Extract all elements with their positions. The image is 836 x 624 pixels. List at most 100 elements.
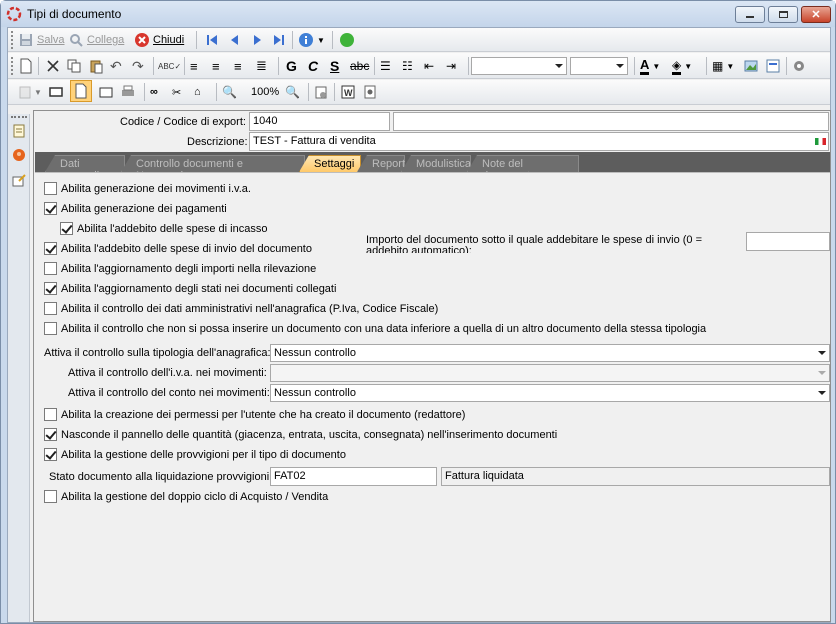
align-right-button[interactable]: ≡ [234, 56, 242, 76]
toolbar-grip[interactable] [11, 31, 14, 49]
stato-code-input[interactable]: FAT02 [270, 467, 437, 486]
close-window-button[interactable]: ✕ [801, 6, 831, 23]
first-record-button[interactable] [204, 30, 220, 50]
checkbox-permissions[interactable]: Abilita la creazione dei permessi per l'… [44, 408, 465, 421]
find-button[interactable]: ∞ [150, 82, 158, 102]
italian-flag-icon[interactable] [815, 138, 826, 145]
checkbox-box[interactable] [44, 428, 57, 441]
strikethrough-button[interactable]: abc [350, 56, 369, 76]
highlight-color-button[interactable]: ◈ ▼ [672, 56, 692, 76]
zoom-in-button[interactable]: 🔍 [222, 82, 237, 102]
checkbox-commissions[interactable]: Abilita la gestione delle provvigioni pe… [44, 448, 346, 461]
minimize-button[interactable] [735, 6, 765, 23]
tab-settaggi[interactable]: Settaggi [299, 155, 361, 172]
new-doc-button[interactable] [18, 56, 34, 76]
edit-disabled-button[interactable]: ▼ [18, 82, 42, 102]
link-button[interactable]: Collega [68, 30, 124, 50]
checkbox-collection-fees[interactable]: Abilita l'addebito delle spese di incass… [60, 222, 267, 235]
align-center-button[interactable]: ≡ [212, 56, 220, 76]
importo-input[interactable] [746, 232, 830, 251]
paste-button[interactable] [88, 56, 104, 76]
font-color-button[interactable]: A ▼ [640, 56, 660, 76]
close-doc-button[interactable]: Chiudi [134, 30, 184, 50]
green-status-button[interactable] [339, 30, 355, 50]
page-view-button[interactable] [70, 80, 92, 102]
font-name-select[interactable] [471, 57, 567, 75]
paste-special-button[interactable] [313, 82, 329, 102]
checkbox-box[interactable] [44, 182, 57, 195]
undo-button[interactable]: ↶ [110, 56, 122, 76]
anagrafica-check-select[interactable]: Nessun controllo [270, 344, 830, 362]
bullet-list-button[interactable]: ☰ [380, 56, 391, 76]
font-size-select[interactable] [570, 57, 628, 75]
attach-button[interactable] [362, 82, 378, 102]
checkbox-double-cycle[interactable]: Abilita la gestione del doppio ciclo di … [44, 490, 328, 503]
checkbox-iva-movements[interactable]: Abilita generazione dei movimenti i.v.a. [44, 182, 251, 195]
checkbox-date-check[interactable]: Abilita il controllo che non si possa in… [44, 322, 706, 335]
numbered-list-button[interactable]: ☷ [402, 56, 413, 76]
maximize-button[interactable] [768, 6, 798, 23]
iva-check-select[interactable] [270, 364, 830, 382]
tab-report[interactable]: Report [357, 155, 405, 172]
toolbar-grip[interactable] [11, 116, 27, 119]
last-record-button[interactable] [271, 30, 287, 50]
tools-button[interactable] [791, 56, 807, 76]
word-export-button[interactable]: W [340, 82, 356, 102]
checkbox-hide-quantities[interactable]: Nasconde il pannello delle quantità (gia… [44, 428, 557, 441]
export-code-input[interactable] [393, 112, 829, 131]
indent-button[interactable]: ⇥ [446, 56, 456, 76]
align-left-button[interactable]: ≡ [190, 56, 198, 76]
tab-controllo-documenti[interactable]: Controllo documenti e Numerazione [121, 155, 305, 172]
view-normal-button[interactable] [48, 82, 64, 102]
checkbox-payments[interactable]: Abilita generazione dei pagamenti [44, 202, 227, 215]
checkbox-box[interactable] [44, 490, 57, 503]
prev-record-button[interactable] [227, 30, 243, 50]
next-record-button[interactable] [249, 30, 265, 50]
notes-icon[interactable] [11, 123, 27, 139]
checkbox-admin-data-check[interactable]: Abilita il controllo dei dati amministra… [44, 302, 438, 315]
view-web-button[interactable] [98, 82, 114, 102]
checkbox-box[interactable] [44, 302, 57, 315]
checkbox-box[interactable] [44, 448, 57, 461]
checkbox-box[interactable] [44, 408, 57, 421]
replace-button[interactable]: ✂ [172, 82, 181, 102]
save-button[interactable]: Salva [18, 30, 65, 50]
save-icon [20, 34, 32, 46]
goto-button[interactable]: ⌂ [194, 82, 201, 102]
bold-button[interactable]: G [286, 56, 297, 76]
checkbox-box[interactable] [44, 242, 57, 255]
copy-button[interactable] [66, 56, 82, 76]
outdent-button[interactable]: ⇤ [424, 56, 434, 76]
conto-check-select[interactable]: Nessun controllo [270, 384, 830, 402]
insert-object-button[interactable] [765, 56, 781, 76]
checkbox-box[interactable] [60, 222, 73, 235]
cut-button[interactable] [45, 56, 61, 76]
orange-circle-icon[interactable] [11, 147, 27, 163]
edit-note-icon[interactable] [11, 172, 27, 188]
zoom-out-button[interactable]: 🔍 [285, 82, 300, 102]
redo-button[interactable]: ↷ [132, 56, 144, 76]
checkbox-box[interactable] [44, 282, 57, 295]
checkbox-sending-fees[interactable]: Abilita l'addebito delle spese di invio … [44, 242, 312, 255]
tab-note-documento[interactable]: Note del documento [467, 155, 579, 172]
underline-button[interactable]: S [330, 56, 339, 76]
frame-icon [49, 87, 63, 97]
info-dropdown-button[interactable]: ▼ [298, 30, 325, 50]
toolbar-grip[interactable] [11, 57, 14, 75]
spellcheck-button[interactable]: ABC✓ [158, 56, 181, 76]
descrizione-input[interactable]: TEST - Fattura di vendita [249, 132, 829, 151]
checkbox-update-amounts[interactable]: Abilita l'aggiornamento degli importi ne… [44, 262, 316, 275]
checkbox-box[interactable] [44, 202, 57, 215]
tab-modulistica[interactable]: Modulistica [401, 155, 471, 172]
italic-button[interactable]: C [308, 56, 318, 76]
print-button[interactable] [120, 82, 136, 102]
table-button[interactable]: ▦ ▼ [712, 56, 734, 76]
zoom-level[interactable]: 100% [251, 82, 279, 102]
tab-dati-generali[interactable]: Dati generali [45, 155, 125, 172]
insert-image-button[interactable] [743, 56, 759, 76]
checkbox-box[interactable] [44, 322, 57, 335]
checkbox-update-states[interactable]: Abilita l'aggiornamento degli stati nei … [44, 282, 336, 295]
justify-button[interactable]: ≣ [256, 56, 267, 76]
checkbox-box[interactable] [44, 262, 57, 275]
codice-input[interactable]: 1040 [249, 112, 390, 131]
